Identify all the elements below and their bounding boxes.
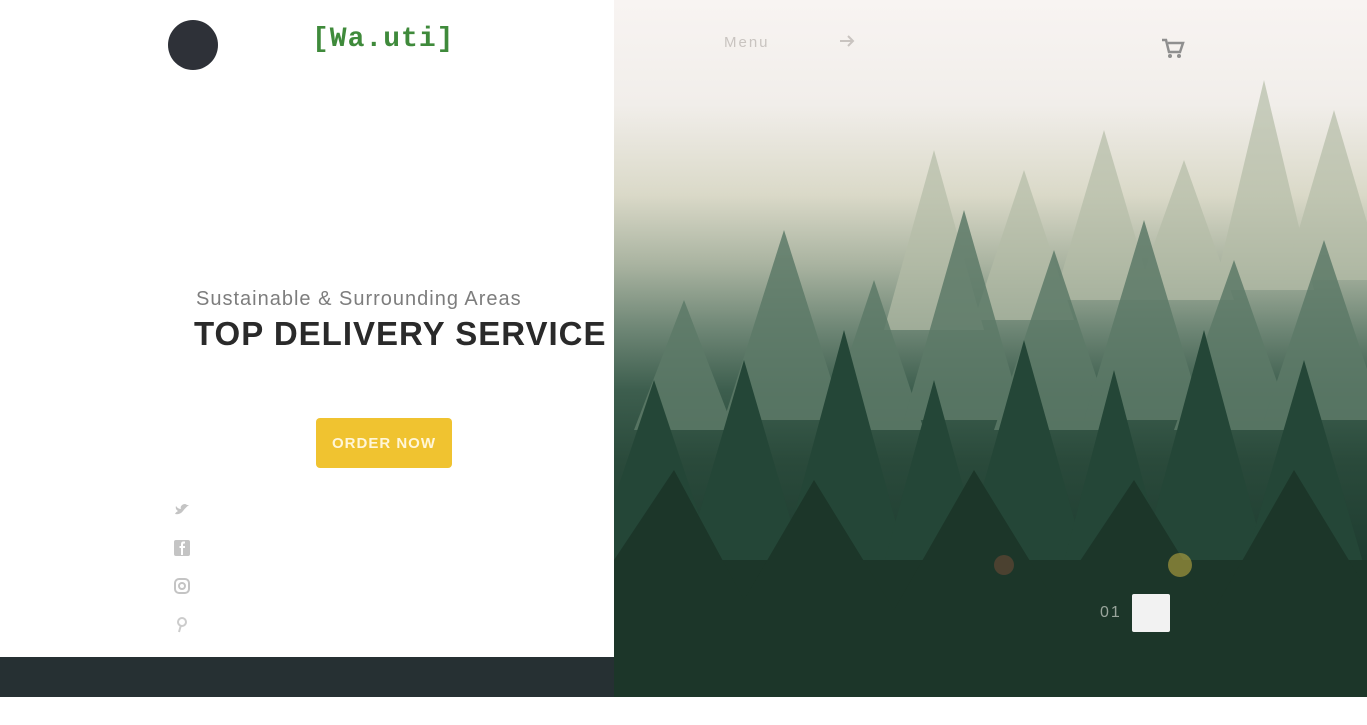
- avatar[interactable]: [168, 20, 218, 70]
- pinterest-icon[interactable]: [172, 614, 192, 634]
- hero-headline: TOP DELIVERY SERVICE: [194, 315, 607, 352]
- social-links: [170, 500, 194, 634]
- order-now-button[interactable]: ORDER NOW: [316, 418, 452, 468]
- footer-strip: [0, 657, 614, 697]
- slider-next-button[interactable]: [1131, 594, 1170, 632]
- forest-illustration: [614, 80, 1367, 697]
- arrow-right-icon[interactable]: [838, 32, 856, 50]
- twitter-icon[interactable]: [172, 500, 192, 520]
- slider-counter: 01: [1100, 594, 1170, 632]
- instagram-icon[interactable]: [172, 576, 192, 596]
- nav-link[interactable]: Menu: [724, 34, 770, 51]
- hero-forest-image: [614, 0, 1367, 697]
- hero-left-panel: [Wa.uti] Sustainable & Surrounding Areas…: [0, 0, 614, 657]
- bottom-bar: [0, 697, 1367, 725]
- facebook-icon[interactable]: [172, 538, 192, 558]
- hero-subtitle: Sustainable & Surrounding Areas: [196, 288, 522, 310]
- brand-logo[interactable]: [Wa.uti]: [312, 24, 454, 60]
- cart-icon[interactable]: [1158, 34, 1186, 62]
- slider-current-index: 01: [1100, 604, 1122, 621]
